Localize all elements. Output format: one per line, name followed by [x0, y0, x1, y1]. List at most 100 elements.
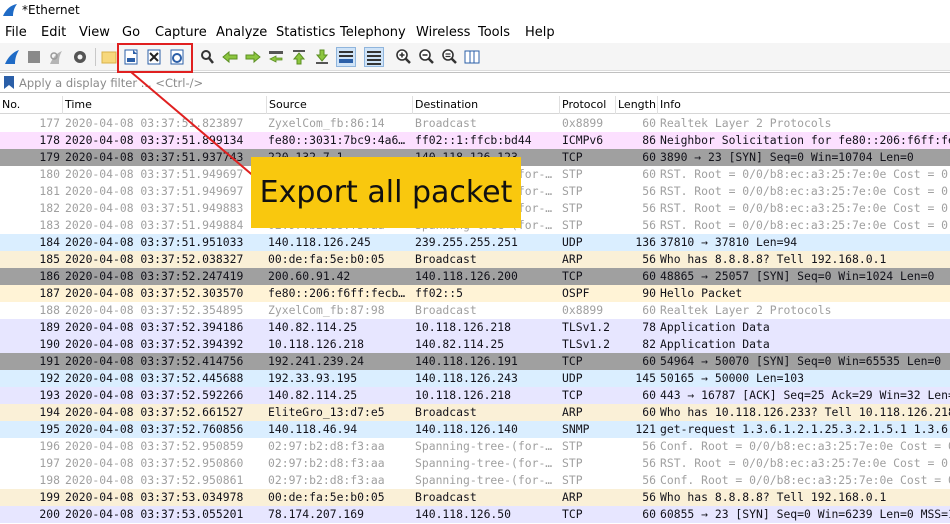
column-header-source[interactable]: Source: [266, 96, 412, 114]
packet-destination: 10.118.126.218: [415, 320, 512, 334]
column-header-info[interactable]: Info: [657, 96, 950, 114]
stop-square-icon[interactable]: [24, 47, 44, 67]
packet-protocol: 0x8899: [562, 116, 604, 130]
packet-no: 179: [39, 150, 60, 164]
packet-source: fe80::206:f6ff:fecb…: [268, 286, 406, 300]
packet-row[interactable]: 184 2020-04-08 03:37:51.951033 140.118.126…: [0, 234, 950, 251]
colorize-icon[interactable]: [364, 47, 384, 67]
packet-info: 48865 → 25057 [SYN] Seq=0 Win=1024 Len=0: [660, 269, 935, 283]
packet-no: 192: [39, 371, 60, 385]
packet-time: 2020-04-08 03:37:52.950861: [65, 473, 244, 487]
packet-row[interactable]: 197 2020-04-08 03:37:52.950860 02:97:b2:d8…: [0, 455, 950, 472]
menu-tools[interactable]: Tools: [478, 25, 510, 40]
packet-row[interactable]: 196 2020-04-08 03:37:52.950859 02:97:b2:d8…: [0, 438, 950, 455]
menu-edit[interactable]: Edit: [41, 25, 66, 40]
display-filter-input[interactable]: [19, 74, 948, 91]
packet-row[interactable]: 193 2020-04-08 03:37:52.592266 140.82.114.…: [0, 387, 950, 404]
packet-protocol: STP: [562, 456, 583, 470]
menu-go[interactable]: Go: [122, 25, 140, 40]
toolbar-separator: [95, 48, 96, 66]
packet-row[interactable]: 194 2020-04-08 03:37:52.661527 EliteGro_13…: [0, 404, 950, 421]
packet-row[interactable]: 195 2020-04-08 03:37:52.760856 140.118.46.…: [0, 421, 950, 438]
bookmark-icon[interactable]: [2, 75, 16, 90]
packet-row[interactable]: 177 2020-04-08 03:37:51.823897 ZyxelCom_fb…: [0, 115, 950, 132]
packet-length: 60: [642, 405, 656, 419]
packet-length: 56: [642, 201, 656, 215]
packet-row[interactable]: 187 2020-04-08 03:37:52.303570 fe80::206:f…: [0, 285, 950, 302]
gear-options-icon[interactable]: [70, 47, 90, 67]
packet-protocol: STP: [562, 167, 583, 181]
packet-no: 190: [39, 337, 60, 351]
packet-no: 182: [39, 201, 60, 215]
menu-telephony[interactable]: Telephony: [340, 25, 406, 40]
menu-statistics[interactable]: Statistics: [276, 25, 335, 40]
packet-time: 2020-04-08 03:37:53.034978: [65, 490, 244, 504]
packet-info: Conf. Root = 0/0/b8:ec:a3:25:7e:0e Cost …: [660, 439, 950, 453]
resize-columns-icon[interactable]: [462, 47, 482, 67]
arrow-back-icon[interactable]: [220, 47, 240, 67]
packet-source: 00:de:fa:5e:b0:05: [268, 490, 385, 504]
menu-analyze[interactable]: Analyze: [216, 25, 267, 40]
packet-list-header: No. Time Source Destination Protocol Len…: [0, 96, 950, 114]
packet-row[interactable]: 190 2020-04-08 03:37:52.394392 10.118.126.…: [0, 336, 950, 353]
column-header-length[interactable]: Length: [615, 96, 657, 114]
column-header-no[interactable]: No.: [0, 96, 62, 114]
packet-no: 180: [39, 167, 60, 181]
packet-no: 178: [39, 133, 60, 147]
packet-info: Application Data: [660, 337, 770, 351]
packet-source: 192.241.239.24: [268, 354, 365, 368]
packet-length: 60: [642, 388, 656, 402]
packet-protocol: UDP: [562, 371, 583, 385]
packet-row[interactable]: 186 2020-04-08 03:37:52.247419 200.60.91.4…: [0, 268, 950, 285]
menu-file[interactable]: File: [5, 25, 27, 40]
packet-row[interactable]: 200 2020-04-08 03:37:53.055201 78.174.207.…: [0, 506, 950, 523]
packet-time: 2020-04-08 03:37:51.899134: [65, 133, 244, 147]
packet-destination: 239.255.255.251: [415, 235, 518, 249]
packet-length: 136: [635, 235, 656, 249]
menu-wireless[interactable]: Wireless: [416, 25, 470, 40]
packet-no: 194: [39, 405, 60, 419]
packet-protocol: 0x8899: [562, 303, 604, 317]
packet-destination: Spanning-tree-(for-…: [415, 456, 553, 470]
shark-fin-start-icon[interactable]: [2, 47, 22, 67]
packet-source: 02:97:b2:d8:f3:aa: [268, 456, 385, 470]
packet-length: 78: [642, 320, 656, 334]
menu-capture[interactable]: Capture: [155, 25, 207, 40]
packet-source: fe80::3031:7bc9:4a6…: [268, 133, 406, 147]
packet-row[interactable]: 185 2020-04-08 03:37:52.038327 00:de:fa:5e…: [0, 251, 950, 268]
zoom-in-icon[interactable]: [393, 47, 413, 67]
arrow-forward-icon[interactable]: [243, 47, 263, 67]
packet-time: 2020-04-08 03:37:52.354895: [65, 303, 244, 317]
column-header-protocol[interactable]: Protocol: [559, 96, 615, 114]
packet-row[interactable]: 189 2020-04-08 03:37:52.394186 140.82.114.…: [0, 319, 950, 336]
packet-length: 90: [642, 286, 656, 300]
menu-help[interactable]: Help: [525, 25, 555, 40]
restart-fin-icon[interactable]: [46, 47, 66, 67]
packet-row[interactable]: 178 2020-04-08 03:37:51.899134 fe80::3031:…: [0, 132, 950, 149]
packet-source: 02:97:b2:d8:f3:aa: [268, 439, 385, 453]
packet-row[interactable]: 188 2020-04-08 03:37:52.354895 ZyxelCom_fb…: [0, 302, 950, 319]
autoscroll-icon[interactable]: [336, 47, 356, 67]
packet-row[interactable]: 199 2020-04-08 03:37:53.034978 00:de:fa:5e…: [0, 489, 950, 506]
packet-time: 2020-04-08 03:37:52.760856: [65, 422, 244, 436]
packet-info: Who has 10.118.126.233? Tell 10.118.126.…: [660, 405, 950, 419]
packet-row[interactable]: 198 2020-04-08 03:37:52.950861 02:97:b2:d8…: [0, 472, 950, 489]
packet-protocol: TCP: [562, 269, 583, 283]
packet-length: 60: [642, 269, 656, 283]
find-magnifier-icon[interactable]: [197, 47, 217, 67]
menu-view[interactable]: View: [79, 25, 110, 40]
annotation-highlight-box: [117, 43, 193, 73]
packet-destination: Broadcast: [415, 405, 477, 419]
packet-row[interactable]: 192 2020-04-08 03:37:52.445688 192.33.93.1…: [0, 370, 950, 387]
folder-open-icon[interactable]: [99, 47, 119, 67]
first-packet-icon[interactable]: [289, 47, 309, 67]
column-header-destination[interactable]: Destination: [412, 96, 559, 114]
go-to-packet-icon[interactable]: [266, 47, 286, 67]
packet-info: 3890 → 23 [SYN] Seq=0 Win=10704 Len=0: [660, 150, 914, 164]
packet-info: Hello Packet: [660, 286, 743, 300]
zoom-out-icon[interactable]: [416, 47, 436, 67]
packet-row[interactable]: 191 2020-04-08 03:37:52.414756 192.241.239…: [0, 353, 950, 370]
column-header-time[interactable]: Time: [62, 96, 266, 114]
last-packet-icon[interactable]: [312, 47, 332, 67]
zoom-normal-icon[interactable]: [439, 47, 459, 67]
